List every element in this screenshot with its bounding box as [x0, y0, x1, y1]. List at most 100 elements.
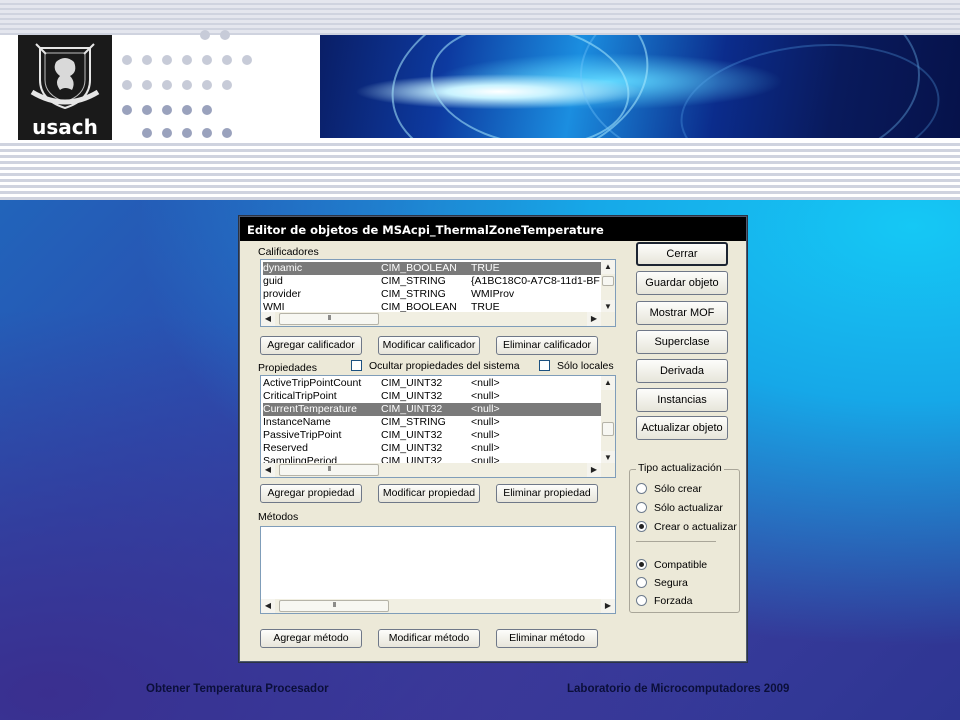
- list-cell: CIM_STRING: [381, 275, 446, 287]
- scroll-right-icon[interactable]: ▶: [587, 312, 601, 326]
- decorative-dot: [162, 55, 172, 65]
- decorative-dot: [242, 55, 252, 65]
- decorative-dot: [222, 55, 232, 65]
- methods-list[interactable]: ◀ III ▶: [260, 526, 616, 614]
- methods-hscroll[interactable]: ◀ III ▶: [261, 599, 615, 613]
- compatible-radio[interactable]: [636, 559, 647, 570]
- list-row[interactable]: Reserved CIM_UINT32 <null>: [263, 442, 601, 455]
- scroll-left-icon[interactable]: ◀: [261, 312, 275, 326]
- hide-system-properties-checkbox[interactable]: [351, 360, 362, 371]
- qualifiers-vscroll[interactable]: ▲ ▼: [601, 260, 615, 314]
- list-row[interactable]: provider CIM_STRING WMIProv: [263, 288, 601, 301]
- only-update-radio[interactable]: [636, 502, 647, 513]
- list-cell: guid: [263, 275, 283, 287]
- delete-method-button[interactable]: Eliminar método: [496, 629, 598, 648]
- list-row[interactable]: ActiveTripPointCount CIM_UINT32 <null>: [263, 377, 601, 390]
- properties-hscroll[interactable]: ◀ III ▶: [261, 463, 615, 477]
- list-row[interactable]: dynamic CIM_BOOLEAN TRUE: [263, 262, 601, 275]
- safe-radio[interactable]: [636, 577, 647, 588]
- list-cell: ActiveTripPointCount: [263, 377, 362, 389]
- properties-vscroll[interactable]: ▲ ▼: [601, 376, 615, 465]
- list-cell: CurrentTemperature: [263, 403, 357, 415]
- list-cell: InstanceName: [263, 416, 331, 428]
- superclass-button[interactable]: Superclase: [636, 330, 728, 354]
- derived-button[interactable]: Derivada: [636, 359, 728, 383]
- forced-radio[interactable]: [636, 595, 647, 606]
- refresh-object-button[interactable]: Actualizar objeto: [636, 416, 728, 440]
- list-cell: dynamic: [263, 262, 303, 274]
- scroll-up-icon[interactable]: ▲: [601, 376, 615, 390]
- scroll-left-icon[interactable]: ◀: [261, 463, 275, 477]
- modify-method-button[interactable]: Modificar método: [378, 629, 480, 648]
- decorative-dot: [162, 80, 172, 90]
- list-row[interactable]: guid CIM_STRING {A1BC18C0-A7C8-11d1-BF: [263, 275, 601, 288]
- decorative-dot: [182, 80, 192, 90]
- update-type-title: Tipo actualización: [636, 462, 724, 474]
- scroll-right-icon[interactable]: ▶: [601, 599, 615, 613]
- list-cell: provider: [263, 288, 301, 300]
- add-qualifier-button[interactable]: Agregar calificador: [260, 336, 362, 355]
- list-cell: CriticalTripPoint: [263, 390, 337, 402]
- decorative-dot: [142, 105, 152, 115]
- list-cell: {A1BC18C0-A7C8-11d1-BF: [471, 275, 600, 287]
- modify-property-button[interactable]: Modificar propiedad: [378, 484, 480, 503]
- dialog-title: Editor de objetos de MSAcpi_ThermalZoneT…: [240, 217, 746, 241]
- scroll-thumb[interactable]: III: [279, 313, 379, 325]
- add-property-button[interactable]: Agregar propiedad: [260, 484, 362, 503]
- decorative-dot: [122, 105, 132, 115]
- footer-right-caption: Laboratorio de Microcomputadores 2009: [567, 683, 790, 695]
- create-or-update-radio[interactable]: [636, 521, 647, 532]
- scroll-up-icon[interactable]: ▲: [601, 260, 615, 274]
- scroll-thumb[interactable]: III: [279, 464, 379, 476]
- usach-logo: usach: [18, 35, 112, 141]
- list-cell: CIM_STRING: [381, 288, 446, 300]
- only-create-radio[interactable]: [636, 483, 647, 494]
- save-object-button[interactable]: Guardar objeto: [636, 271, 728, 295]
- scroll-thumb[interactable]: [602, 422, 614, 436]
- usach-logo-text: usach: [32, 115, 98, 139]
- local-only-label: Sólo locales: [557, 360, 614, 372]
- safe-label: Segura: [654, 577, 688, 589]
- list-cell: <null>: [471, 390, 500, 402]
- instances-button[interactable]: Instancias: [636, 388, 728, 412]
- delete-qualifier-button[interactable]: Eliminar calificador: [496, 336, 598, 355]
- add-method-button[interactable]: Agregar método: [260, 629, 362, 648]
- decorative-dot: [222, 128, 232, 138]
- hide-system-properties-label: Ocultar propiedades del sistema: [369, 360, 520, 372]
- close-button[interactable]: Cerrar: [636, 242, 728, 266]
- decorative-dot: [202, 105, 212, 115]
- scroll-left-icon[interactable]: ◀: [261, 599, 275, 613]
- decorative-dot: [222, 80, 232, 90]
- qualifiers-list[interactable]: WMI CIM_BOOLEAN TRUE provider CIM_STRING WMIP…: [260, 259, 616, 327]
- qualifiers-hscroll[interactable]: ◀ III ▶: [261, 312, 615, 326]
- decorative-dot: [142, 128, 152, 138]
- create-or-update-label: Crear o actualizar: [654, 521, 737, 533]
- list-row[interactable]: PassiveTripPoint CIM_UINT32 <null>: [263, 429, 601, 442]
- properties-label: Propiedades: [258, 362, 317, 374]
- list-cell: CIM_UINT32: [381, 377, 443, 389]
- list-cell: <null>: [471, 403, 500, 415]
- local-only-checkbox[interactable]: [539, 360, 550, 371]
- scroll-thumb[interactable]: III: [279, 600, 389, 612]
- compatible-label: Compatible: [654, 559, 708, 571]
- decorative-dot: [202, 128, 212, 138]
- list-row[interactable]: CurrentTemperature CIM_UINT32 <null>: [263, 403, 601, 416]
- list-cell: PassiveTripPoint: [263, 429, 342, 441]
- list-cell: CIM_BOOLEAN: [381, 262, 457, 274]
- only-update-label: Sólo actualizar: [654, 502, 723, 514]
- decorative-dot: [220, 30, 230, 40]
- properties-list[interactable]: SamplingPeriod CIM_UINT32 <null> Reserved CI…: [260, 375, 616, 478]
- modify-qualifier-button[interactable]: Modificar calificador: [378, 336, 480, 355]
- delete-property-button[interactable]: Eliminar propiedad: [496, 484, 598, 503]
- list-row[interactable]: InstanceName CIM_STRING <null>: [263, 416, 601, 429]
- decorative-dot: [202, 55, 212, 65]
- show-mof-button[interactable]: Mostrar MOF: [636, 301, 728, 325]
- list-row[interactable]: CriticalTripPoint CIM_UINT32 <null>: [263, 390, 601, 403]
- methods-label: Métodos: [258, 511, 299, 523]
- group-separator: [636, 541, 716, 542]
- scroll-right-icon[interactable]: ▶: [587, 463, 601, 477]
- list-cell: WMIProv: [471, 288, 515, 300]
- decorative-dot: [182, 55, 192, 65]
- scroll-thumb[interactable]: [602, 276, 614, 286]
- list-cell: CIM_UINT32: [381, 390, 443, 402]
